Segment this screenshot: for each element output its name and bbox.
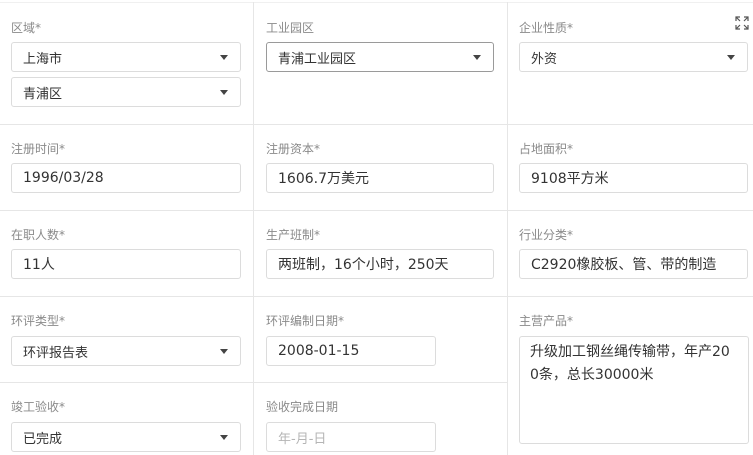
- acceptance-date-input[interactable]: 年-月-日: [266, 422, 436, 452]
- district-value: 青浦区: [23, 86, 63, 102]
- acceptance-value: 已完成: [23, 431, 63, 447]
- shift-input[interactable]: 两班制，16个小时，250天: [266, 249, 494, 279]
- acceptance-label: 竣工验收*: [11, 400, 66, 414]
- divider: [253, 2, 254, 455]
- district-select[interactable]: 青浦区: [11, 77, 241, 107]
- chevron-down-icon: [220, 90, 228, 95]
- chevron-down-icon: [220, 349, 228, 354]
- register-capital-value: 1606.7万美元: [278, 171, 369, 187]
- register-date-value: 1996/03/28: [23, 170, 104, 186]
- enterprise-type-select[interactable]: 外资: [519, 42, 748, 72]
- main-product-textarea[interactable]: 升级加工钢丝绳传输带，年产200条，总长30000米: [519, 336, 749, 444]
- register-capital-input[interactable]: 1606.7万美元: [266, 163, 494, 193]
- eia-type-select[interactable]: 环评报告表: [11, 336, 241, 366]
- main-product-label: 主营产品*: [519, 314, 574, 328]
- employees-value: 11人: [23, 257, 55, 273]
- chevron-down-icon: [220, 435, 228, 440]
- industry-label: 行业分类*: [519, 228, 574, 242]
- industry-value: C2920橡胶板、管、带的制造: [531, 257, 717, 273]
- industrial-park-select[interactable]: 青浦工业园区: [266, 42, 494, 72]
- shift-label: 生产班制*: [266, 228, 321, 242]
- chevron-down-icon: [220, 55, 228, 60]
- register-date-input[interactable]: 1996/03/28: [11, 163, 241, 193]
- acceptance-select[interactable]: 已完成: [11, 422, 241, 452]
- employees-input[interactable]: 11人: [11, 249, 241, 279]
- enterprise-type-label: 企业性质*: [519, 21, 574, 35]
- divider: [0, 296, 753, 297]
- land-area-value: 9108平方米: [531, 171, 609, 187]
- divider: [0, 382, 508, 383]
- land-area-label: 占地面积*: [519, 142, 574, 156]
- register-capital-label: 注册资本*: [266, 142, 321, 156]
- divider: [0, 210, 753, 211]
- employees-label: 在职人数*: [11, 228, 66, 242]
- industrial-park-value: 青浦工业园区: [278, 51, 357, 67]
- eia-date-value: 2008-01-15: [278, 343, 360, 359]
- eia-type-value: 环评报告表: [23, 345, 89, 361]
- acceptance-date-placeholder: 年-月-日: [278, 431, 327, 447]
- enterprise-type-value: 外资: [531, 51, 558, 67]
- province-select[interactable]: 上海市: [11, 42, 241, 72]
- eia-date-label: 环评编制日期*: [266, 314, 345, 328]
- industry-input[interactable]: C2920橡胶板、管、带的制造: [519, 249, 748, 279]
- region-label: 区域*: [11, 21, 42, 35]
- land-area-input[interactable]: 9108平方米: [519, 163, 748, 193]
- acceptance-date-label: 验收完成日期: [266, 400, 339, 414]
- industrial-park-label: 工业园区: [266, 21, 315, 35]
- expand-icon[interactable]: [735, 15, 749, 30]
- register-date-label: 注册时间*: [11, 142, 66, 156]
- shift-value: 两班制，16个小时，250天: [278, 257, 449, 273]
- eia-date-input[interactable]: 2008-01-15: [266, 336, 436, 366]
- divider: [0, 2, 753, 3]
- divider: [507, 2, 508, 455]
- chevron-down-icon: [727, 55, 735, 60]
- chevron-down-icon: [473, 55, 481, 60]
- province-value: 上海市: [23, 51, 63, 67]
- divider: [0, 124, 753, 125]
- eia-type-label: 环评类型*: [11, 314, 66, 328]
